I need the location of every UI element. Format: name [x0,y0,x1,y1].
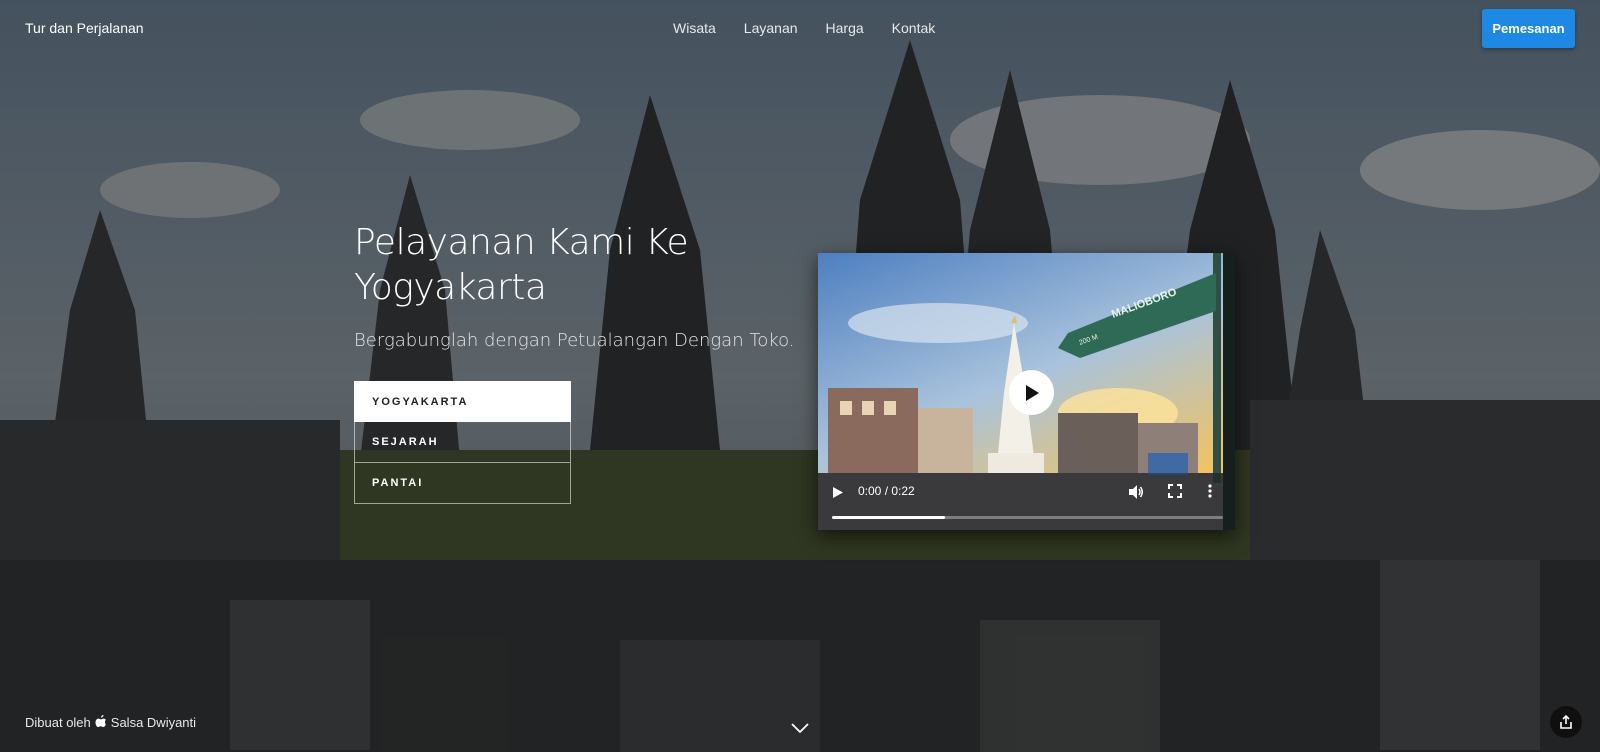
nav-item-wisata[interactable]: Wisata [673,20,716,36]
brand-name[interactable]: Tur dan Perjalanan [25,20,144,36]
booking-button[interactable]: Pemesanan [1482,9,1575,48]
credit-author[interactable]: Salsa Dwiyanti [111,715,196,730]
tab-sejarah[interactable]: SEJARAH [354,422,571,463]
video-progress-bar[interactable] [832,516,1223,519]
tab-pantai[interactable]: PANTAI [354,463,571,504]
nav-item-layanan[interactable]: Layanan [744,20,798,36]
fullscreen-icon[interactable] [1168,484,1182,503]
share-icon[interactable] [1550,706,1582,738]
destination-tabs: YOGYAKARTA SEJARAH PANTAI [354,381,571,504]
chevron-down-icon[interactable] [791,720,809,738]
main-nav: Wisata Layanan Harga Kontak [673,20,935,36]
video-controls: 0:00 / 0:22 [818,474,1223,530]
play-pause-icon[interactable] [832,486,844,504]
hero-title: Pelayanan Kami Ke Yogyakarta [354,222,689,308]
video-player[interactable]: MALIOBORO 200 M 0:00 / 0:22 [818,253,1235,530]
video-edge [1223,253,1235,530]
dark-overlay [0,0,1600,752]
tab-yogyakarta[interactable]: YOGYAKARTA [354,381,571,422]
credit-line: Dibuat oleh Salsa Dwiyanti [25,714,196,731]
apple-icon [95,714,107,731]
nav-item-harga[interactable]: Harga [826,20,864,36]
volume-icon[interactable] [1128,484,1144,505]
video-time: 0:00 / 0:22 [858,484,915,498]
credit-prefix: Dibuat oleh [25,715,91,730]
video-progress-fill [832,516,946,519]
hero-subtitle: Bergabunglah dengan Petualangan Dengan T… [354,330,795,351]
more-vertical-icon[interactable] [1208,484,1212,503]
play-icon[interactable] [1009,370,1054,415]
nav-item-kontak[interactable]: Kontak [892,20,936,36]
